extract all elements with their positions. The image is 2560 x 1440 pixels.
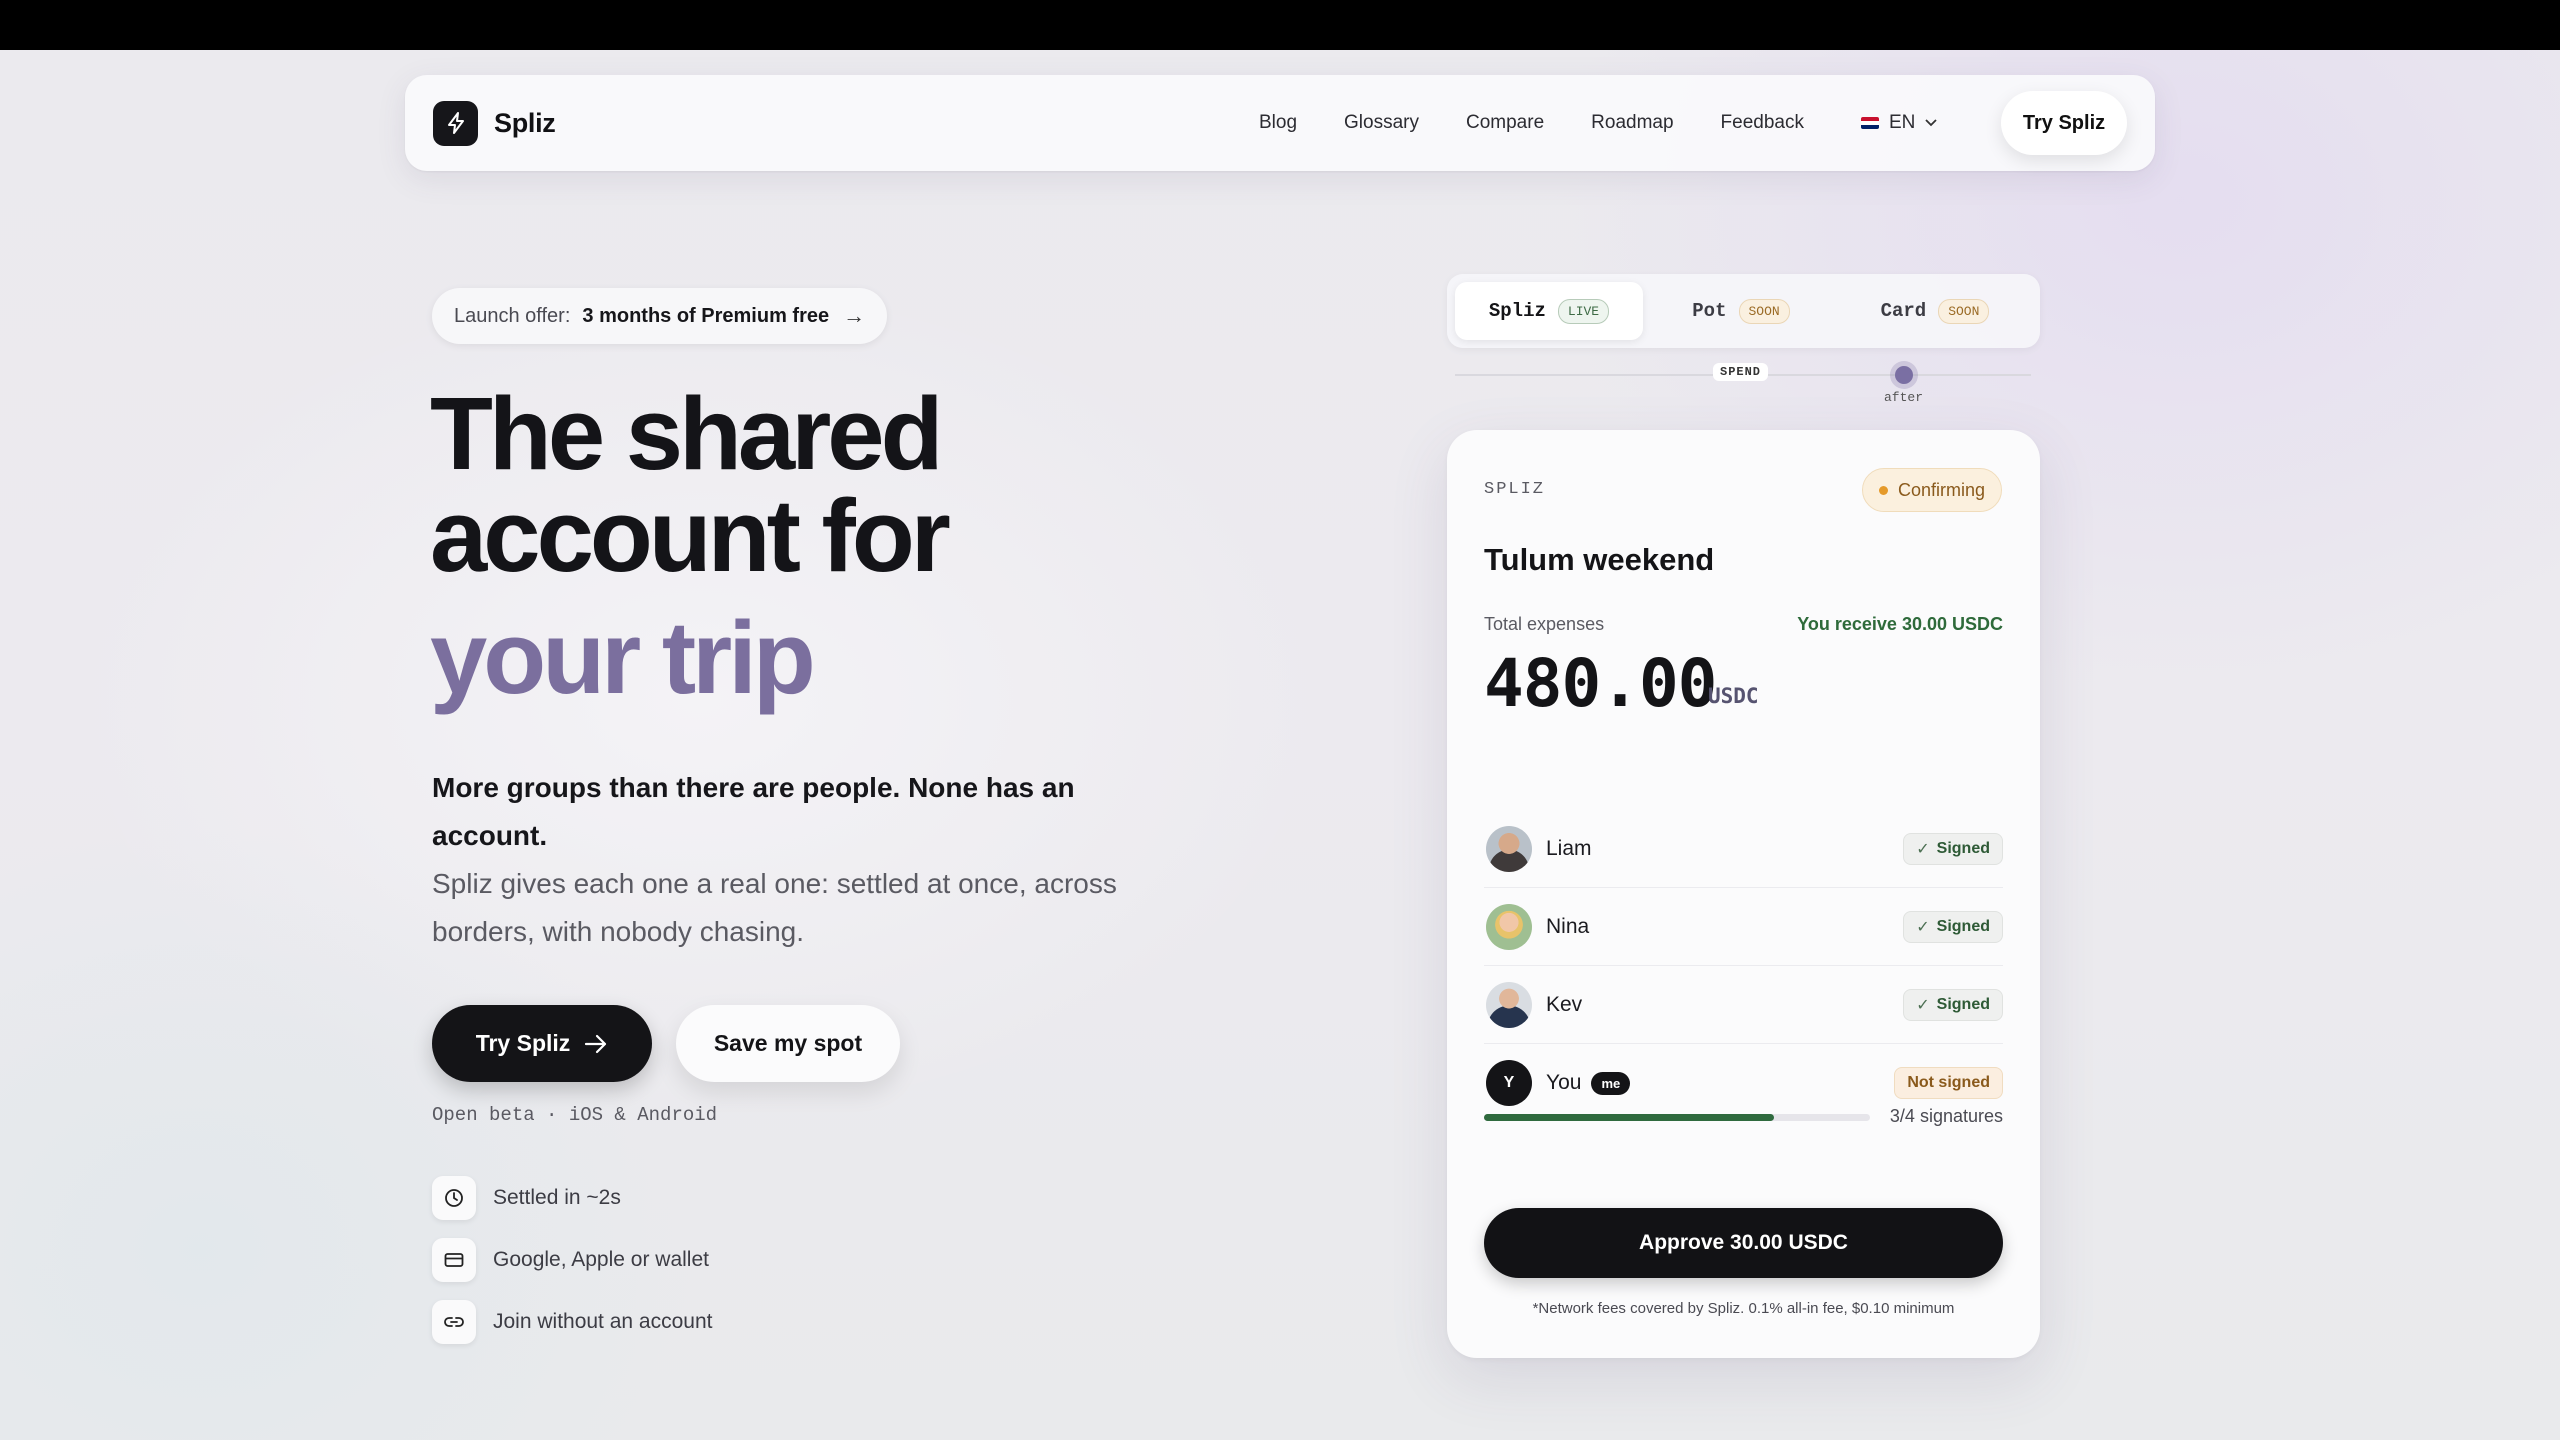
nav-link-compare[interactable]: Compare — [1466, 112, 1544, 134]
approve-button[interactable]: Approve 30.00 USDC — [1484, 1208, 2003, 1278]
check-icon: ✓ — [1916, 996, 1930, 1014]
top-navigation: Spliz Blog Glossary Compare Roadmap Feed… — [405, 75, 2155, 171]
hero-title-line-2: account for — [430, 478, 951, 593]
try-spliz-label: Try Spliz — [475, 1030, 571, 1056]
language-selector[interactable]: EN — [1861, 112, 1938, 134]
avatar — [1486, 825, 1532, 872]
nav-link-roadmap[interactable]: Roadmap — [1591, 112, 1673, 134]
member-name: Kev — [1546, 992, 1583, 1016]
me-tag: me — [1591, 1071, 1631, 1095]
launch-offer-pill[interactable]: Launch offer: 3 months of Premium free → — [432, 288, 888, 344]
avatar — [1486, 903, 1532, 950]
soon-badge: SOON — [1738, 298, 1790, 324]
total-amount: 480.00 — [1484, 645, 1717, 722]
not-signed-badge: Not signed — [1894, 1067, 2003, 1099]
hero-lead: More groups than there are people. None … — [432, 772, 1075, 851]
offer-value: 3 months of Premium free — [582, 304, 830, 327]
arrow-right-icon — [585, 1034, 607, 1053]
feature-settled: Settled in ~2s — [432, 1176, 621, 1220]
brand-name[interactable]: Spliz — [494, 108, 556, 139]
feature-payment: Google, Apple or wallet — [432, 1238, 709, 1282]
link-icon — [444, 1317, 464, 1327]
avatar — [1486, 981, 1532, 1028]
try-spliz-button[interactable]: Try Spliz — [432, 1005, 652, 1082]
member-row: Kev ✓ Signed — [1484, 966, 2003, 1044]
signed-badge: ✓ Signed — [1903, 910, 2003, 943]
member-name: Nina — [1546, 914, 1590, 938]
expense-title: Tulum weekend — [1484, 542, 1715, 577]
card-label: SPLIZ — [1484, 480, 1546, 499]
member-name: Liam — [1546, 836, 1592, 860]
arrow-right-icon: → — [843, 303, 866, 328]
language-label: EN — [1889, 112, 1916, 133]
offer-label: Launch offer: — [454, 304, 571, 327]
beta-note: Open beta · iOS & Android — [432, 1104, 718, 1126]
hero-title-line-1: The shared — [430, 376, 944, 491]
tab-card[interactable]: Card SOON — [1839, 282, 2031, 340]
feature-join: Join without an account — [432, 1300, 712, 1344]
clock-icon — [445, 1189, 463, 1207]
nav-links: Blog Glossary Compare Roadmap Feedback E… — [1259, 75, 1938, 171]
timeline-spend-label: SPEND — [1713, 363, 1769, 381]
soon-badge: SOON — [1938, 298, 1990, 324]
nav-link-glossary[interactable]: Glossary — [1344, 112, 1419, 134]
tab-spliz[interactable]: Spliz LIVE — [1455, 282, 1643, 340]
member-row: Liam ✓ Signed — [1484, 810, 2003, 888]
check-icon: ✓ — [1916, 840, 1930, 858]
member-row: Nina ✓ Signed — [1484, 888, 2003, 966]
uk-flag-icon — [1861, 117, 1879, 129]
timeline-handle[interactable] — [1895, 366, 1913, 384]
live-badge: LIVE — [1557, 298, 1610, 324]
chevron-down-icon — [1925, 119, 1938, 127]
signed-badge: ✓ Signed — [1903, 832, 2003, 865]
total-label: Total expenses — [1484, 614, 1605, 634]
nav-link-feedback[interactable]: Feedback — [1721, 112, 1804, 134]
feature-label: Settled in ~2s — [493, 1186, 621, 1209]
signature-count: 3/4 signatures — [1889, 1106, 2003, 1126]
feature-label: Join without an account — [493, 1310, 713, 1333]
avatar: Y — [1486, 1060, 1532, 1106]
save-my-spot-button[interactable]: Save my spot — [676, 1005, 900, 1082]
check-icon: ✓ — [1916, 918, 1930, 936]
try-spliz-nav-button[interactable]: Try Spliz — [2001, 91, 2127, 155]
feature-label: Google, Apple or wallet — [493, 1248, 709, 1271]
status-badge: Confirming — [1862, 468, 2003, 512]
expense-card: SPLIZ Confirming Tulum weekend Total exp… — [1447, 430, 2040, 1358]
receive-amount: You receive 30.00 USDC — [1797, 614, 2003, 634]
nav-link-blog[interactable]: Blog — [1259, 112, 1297, 134]
window-top-bar — [0, 0, 2560, 50]
member-name: You — [1546, 1071, 1582, 1094]
logo[interactable] — [433, 100, 478, 146]
card-icon — [444, 1253, 464, 1267]
fee-note: *Network fees covered by Spliz. 0.1% all… — [1532, 1300, 1955, 1317]
hero-subtitle: Spliz gives each one a real one: settled… — [432, 868, 1117, 947]
signature-progress-fill — [1484, 1114, 1774, 1121]
signed-badge: ✓ Signed — [1903, 988, 2003, 1021]
currency-unit: USDC — [1708, 684, 1759, 708]
status-dot-icon — [1879, 485, 1888, 495]
timeline-marker-label: after — [1884, 390, 1924, 405]
tab-pot[interactable]: Pot SOON — [1647, 282, 1835, 340]
bolt-icon — [447, 112, 464, 134]
hero-title-line-3: your trip — [430, 600, 816, 715]
product-tabs: Spliz LIVE Pot SOON Card SOON — [1447, 274, 2040, 348]
signature-progress-bar — [1484, 1114, 1870, 1121]
